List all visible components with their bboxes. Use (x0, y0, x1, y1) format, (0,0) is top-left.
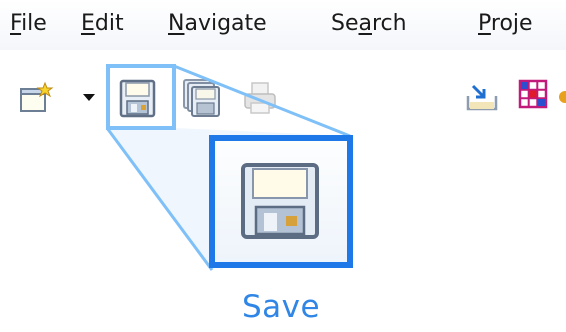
import-icon[interactable] (465, 83, 499, 113)
save-label: Save (241, 289, 321, 325)
new-icon[interactable] (19, 81, 55, 115)
toolbar (0, 56, 566, 136)
save-icon[interactable] (117, 78, 159, 120)
menu-search[interactable]: Search (331, 9, 407, 39)
enlarged-save-callout (209, 135, 353, 268)
screenshot-stage: File Edit Navigate Search Proje Save (0, 0, 566, 332)
menu-navigate[interactable]: Navigate (168, 9, 267, 39)
menu-edit[interactable]: Edit (81, 9, 124, 39)
menu-file[interactable]: File (10, 9, 47, 39)
save-all-icon[interactable] (181, 78, 223, 120)
partial-toolbar-icon (559, 91, 566, 103)
dropdown-arrow-icon[interactable] (82, 93, 96, 103)
menu-bar: File Edit Navigate Search Proje (0, 0, 566, 50)
print-icon[interactable] (242, 81, 280, 117)
menu-project[interactable]: Proje (478, 9, 533, 39)
grid-icon[interactable] (518, 79, 548, 109)
save-large-icon (241, 163, 319, 239)
